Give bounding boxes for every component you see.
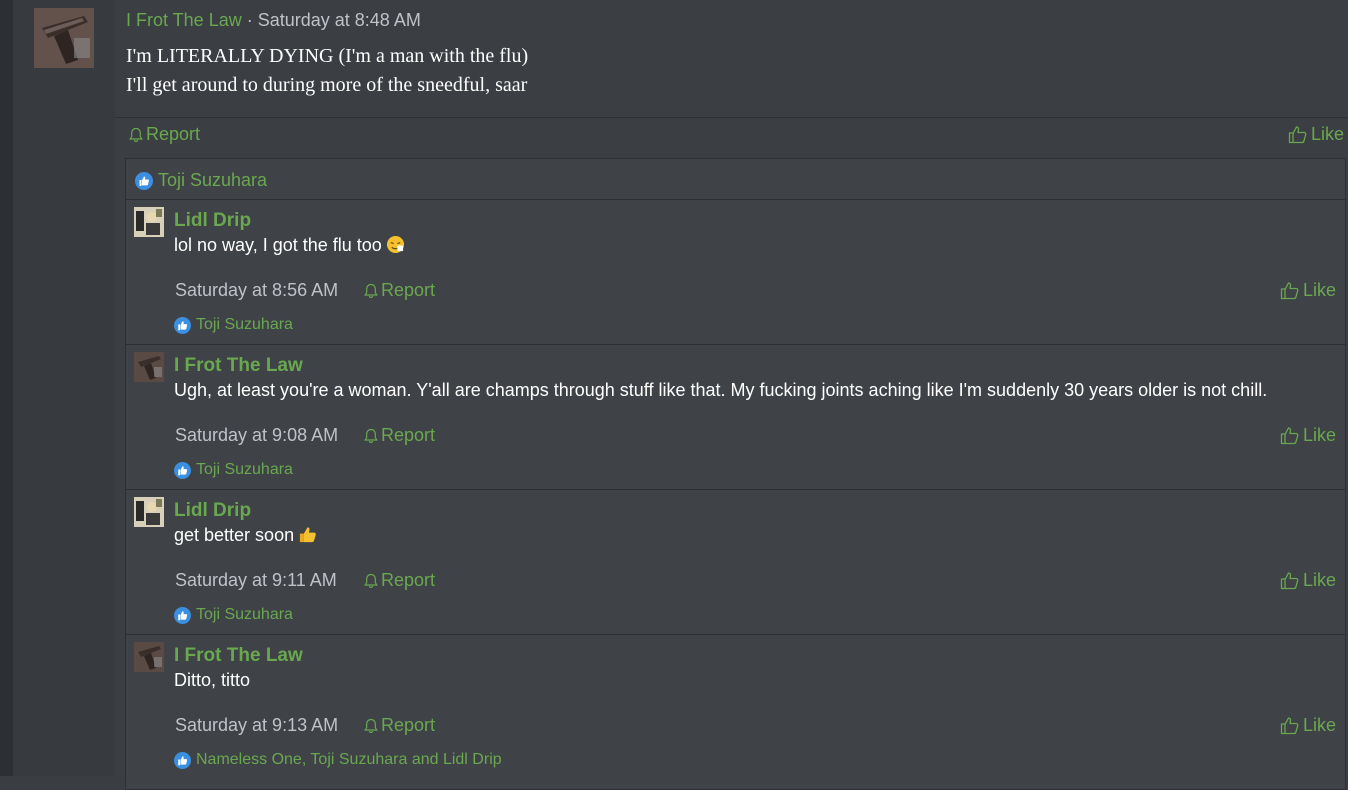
- report-label: Report: [381, 570, 436, 590]
- like-reaction-icon: [174, 606, 191, 624]
- reply-text: Ugh, at least you're a woman. Y'all are …: [174, 380, 1268, 400]
- report-label: Report: [381, 715, 436, 735]
- avatar[interactable]: [134, 642, 164, 672]
- like-reaction-icon: [174, 751, 191, 769]
- reply-date[interactable]: Saturday at 9:13 AM: [175, 715, 338, 736]
- report-button[interactable]: Report: [129, 124, 200, 145]
- reactions-users: Toji Suzuhara: [196, 606, 293, 623]
- reply-date[interactable]: Saturday at 9:11 AM: [175, 570, 337, 591]
- reply-text: get better soon: [174, 525, 295, 545]
- left-strip: [0, 0, 13, 776]
- thumbs-up-icon: [1280, 717, 1299, 735]
- user-column: [13, 0, 115, 776]
- report-label: Report: [381, 425, 436, 445]
- reply-author-link[interactable]: Lidl Drip: [174, 500, 251, 522]
- post-body-line: I'll get around to during more of the sn…: [126, 74, 528, 96]
- reply-body: lol no way, I got the flu too: [174, 235, 405, 256]
- avatar-image: [134, 497, 164, 527]
- like-button[interactable]: Like: [1280, 715, 1336, 736]
- report-label: Report: [146, 124, 201, 144]
- reactions-users: Nameless One, Toji Suzuhara and Lidl Dri…: [196, 751, 502, 768]
- reply-body: get better soon: [174, 525, 317, 546]
- like-button[interactable]: Like: [1280, 280, 1336, 301]
- avatar[interactable]: [134, 497, 164, 527]
- reply-date[interactable]: Saturday at 8:56 AM: [175, 280, 338, 301]
- like-button[interactable]: Like: [1288, 124, 1344, 145]
- bell-icon: [364, 573, 378, 588]
- like-reaction-icon: [135, 171, 153, 190]
- reactions-summary[interactable]: Toji Suzuhara: [174, 461, 293, 479]
- post-date[interactable]: Saturday at 8:48 AM: [258, 10, 421, 30]
- like-label: Like: [1303, 715, 1337, 735]
- like-reaction-icon: [174, 316, 191, 334]
- reply-text: lol no way, I got the flu too: [174, 235, 382, 255]
- post-body-line: I'm LITERALLY DYING (I'm a man with the …: [126, 45, 529, 67]
- like-label: Like: [1303, 280, 1337, 300]
- reply-body: Ugh, at least you're a woman. Y'all are …: [174, 380, 1267, 401]
- avatar-image: [134, 352, 164, 382]
- like-button[interactable]: Like: [1280, 570, 1336, 591]
- bell-icon: [364, 718, 378, 733]
- reactions-summary[interactable]: Toji Suzuhara: [135, 170, 267, 191]
- like-reaction-icon: [174, 461, 191, 479]
- report-label: Report: [381, 280, 436, 300]
- bell-icon: [129, 127, 143, 142]
- report-button[interactable]: Report: [364, 425, 435, 446]
- reply-text: Ditto, titto: [174, 670, 251, 690]
- report-button[interactable]: Report: [364, 570, 435, 591]
- thumbs-up-icon: [1288, 126, 1307, 144]
- reply-item: Lidl Drip lol no way, I got the flu too …: [126, 199, 1345, 345]
- reply-item: I Frot The Law Ditto, titto Saturday at …: [126, 634, 1345, 780]
- thumbs-up-icon: [1280, 572, 1299, 590]
- avatar-image: [134, 207, 164, 237]
- reactions-users: Toji Suzuhara: [196, 461, 293, 478]
- post-header: I Frot The Law · Saturday at 8:48 AM: [126, 10, 421, 31]
- bell-icon: [364, 428, 378, 443]
- reply-author-link[interactable]: Lidl Drip: [174, 210, 251, 232]
- reply-author-link[interactable]: I Frot The Law: [174, 355, 303, 377]
- post-author-link[interactable]: I Frot The Law: [126, 10, 242, 30]
- avatar[interactable]: [134, 207, 164, 237]
- avatar-image: [134, 642, 164, 672]
- post-body: I'm LITERALLY DYING (I'm a man with the …: [126, 42, 528, 100]
- thumbs-up-icon: [1280, 427, 1299, 445]
- reactions-users: Toji Suzuhara: [158, 170, 268, 190]
- reply-body: Ditto, titto: [174, 670, 250, 691]
- post-separator: ·: [241, 10, 258, 30]
- avatar-image: [34, 8, 94, 68]
- like-label: Like: [1303, 425, 1337, 445]
- thumbs-up-icon: [1280, 282, 1299, 300]
- report-button[interactable]: Report: [364, 280, 435, 301]
- reactions-users: Toji Suzuhara: [196, 316, 293, 333]
- avatar[interactable]: [34, 8, 94, 68]
- avatar[interactable]: [134, 352, 164, 382]
- report-button[interactable]: Report: [364, 715, 435, 736]
- bell-icon: [364, 283, 378, 298]
- like-label: Like: [1303, 570, 1337, 590]
- replies-container: Toji Suzuhara Lidl Drip lol no way, I go…: [125, 158, 1346, 790]
- reactions-summary[interactable]: Nameless One, Toji Suzuhara and Lidl Dri…: [174, 751, 502, 769]
- reactions-summary[interactable]: Toji Suzuhara: [174, 316, 293, 334]
- reply-author-link[interactable]: I Frot The Law: [174, 645, 303, 667]
- reply-item: I Frot The Law Ugh, at least you're a wo…: [126, 344, 1345, 490]
- divider: [115, 117, 1348, 118]
- like-button[interactable]: Like: [1280, 425, 1336, 446]
- sneezing-face-emoji: [386, 235, 404, 254]
- thumbs-up-emoji: [299, 527, 316, 543]
- reply-date[interactable]: Saturday at 9:08 AM: [175, 425, 338, 446]
- like-label: Like: [1311, 124, 1345, 144]
- reactions-summary[interactable]: Toji Suzuhara: [174, 606, 293, 624]
- reactions-bar: Toji Suzuhara: [126, 159, 1345, 199]
- reply-item: Lidl Drip get better soon Saturday at 9:…: [126, 489, 1345, 635]
